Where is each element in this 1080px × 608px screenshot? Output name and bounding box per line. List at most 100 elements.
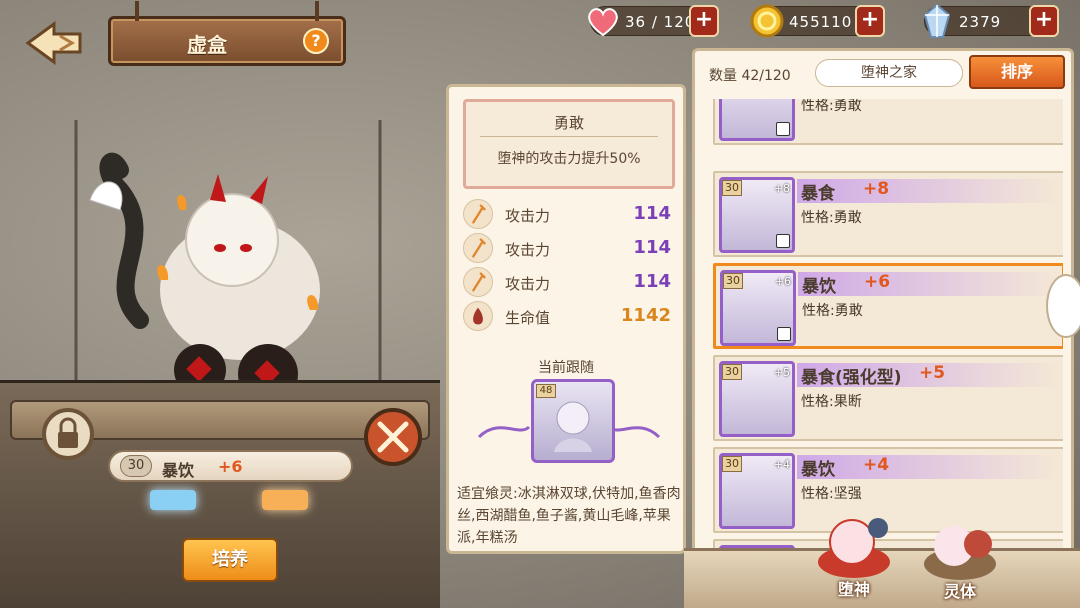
stat-label: 攻击力 bbox=[505, 207, 551, 225]
card-name: 暴食 bbox=[801, 184, 835, 204]
tab-spirit-body[interactable]: 灵体 bbox=[918, 514, 1002, 606]
stat-label: 攻击力 bbox=[505, 241, 551, 259]
character-plus: +6 bbox=[218, 457, 243, 476]
rope bbox=[315, 1, 319, 21]
card-bonus: +8 bbox=[773, 182, 790, 195]
character-sprite bbox=[74, 120, 382, 404]
lock-icon bbox=[58, 417, 78, 448]
gold-value: 455110 bbox=[789, 13, 853, 31]
rope bbox=[135, 1, 139, 21]
list-item[interactable]: +8 大神 +8 性格:勇敢 bbox=[713, 99, 1063, 145]
name-bar bbox=[797, 455, 1059, 479]
card-level: 30 bbox=[723, 273, 743, 289]
detail-panel: 勇敢 堕神的攻击力提升50% 攻击力 114 攻击力 114 攻击力 114 生… bbox=[446, 84, 686, 554]
avatar: 30 +6 bbox=[720, 270, 796, 346]
skill-box: 勇敢 堕神的攻击力提升50% bbox=[463, 99, 675, 189]
stat-row: 攻击力 114 bbox=[463, 199, 675, 229]
stat-value: 114 bbox=[633, 237, 671, 258]
add-gold-button[interactable]: + bbox=[855, 5, 885, 37]
page-title: 虚盒 bbox=[187, 33, 227, 57]
follow-spirit-card[interactable]: 48 bbox=[531, 379, 615, 463]
card-trait: 性格:果断 bbox=[801, 394, 862, 410]
avatar: 30 +5 bbox=[719, 361, 795, 437]
back-button[interactable] bbox=[20, 18, 90, 68]
crystal-icon bbox=[923, 3, 951, 38]
swap-button[interactable] bbox=[364, 408, 422, 466]
stat-label: 生命值 bbox=[505, 309, 551, 327]
crystal-resource: 2379 + bbox=[923, 3, 1059, 38]
stat-row: 攻击力 114 bbox=[463, 267, 675, 297]
avatar: +8 bbox=[719, 99, 795, 141]
crystal-value: 2379 bbox=[959, 13, 1002, 31]
character-level: 30 bbox=[120, 455, 152, 477]
sort-button[interactable]: 排序 bbox=[969, 55, 1065, 89]
skill-name: 勇敢 bbox=[553, 114, 584, 132]
lock-icon bbox=[776, 234, 790, 248]
lock-button[interactable] bbox=[42, 408, 94, 460]
add-crystal-button[interactable]: + bbox=[1029, 5, 1059, 37]
blood-drop-icon bbox=[463, 301, 493, 331]
spirit-body-tab-icon bbox=[924, 526, 996, 580]
stat-value: 114 bbox=[633, 271, 671, 292]
fork-icon bbox=[463, 199, 493, 229]
name-bar bbox=[798, 272, 1060, 296]
card-trait: 性格:勇敢 bbox=[802, 303, 863, 319]
list-item-selected[interactable]: 30 +6 暴饮 +6 性格:勇敢 bbox=[713, 263, 1063, 349]
lock-icon bbox=[777, 327, 791, 341]
tab-fallen-gods[interactable]: 堕神 bbox=[812, 512, 896, 604]
crossed-utensils-icon bbox=[377, 421, 409, 453]
list-item[interactable]: 30 +5 暴食(强化型) +5 性格:果断 bbox=[713, 355, 1063, 441]
add-stamina-button[interactable]: + bbox=[689, 5, 719, 37]
fork-icon bbox=[463, 267, 493, 297]
card-plus: +4 bbox=[863, 455, 890, 475]
back-arrow-icon bbox=[25, 21, 82, 65]
list-item[interactable]: 30 +8 暴食 +8 性格:勇敢 bbox=[713, 171, 1063, 257]
card-trait: 性格:勇敢 bbox=[801, 210, 862, 226]
element-gem-blue bbox=[150, 490, 196, 510]
name-bar bbox=[797, 179, 1059, 203]
title-plaque: 虚盒 ? bbox=[108, 1, 346, 66]
avatar: 30 +8 bbox=[719, 177, 795, 253]
card-name: 暴饮 bbox=[802, 277, 836, 297]
card-level: 30 bbox=[722, 180, 742, 196]
help-button[interactable]: ? bbox=[303, 28, 329, 54]
fallen-god-tab-icon bbox=[818, 518, 890, 578]
stat-row: 攻击力 114 bbox=[463, 233, 675, 263]
stat-value: 1142 bbox=[620, 305, 671, 326]
lock-icon bbox=[776, 122, 790, 136]
element-gem-orange bbox=[262, 490, 308, 510]
card-bonus: +4 bbox=[773, 458, 790, 471]
card-level: 30 bbox=[722, 364, 742, 380]
tab-label: 灵体 bbox=[943, 582, 976, 601]
stamina-value: 36 / 120 bbox=[625, 13, 696, 31]
heart-icon bbox=[588, 8, 618, 37]
gold-resource: 455110 + bbox=[750, 4, 885, 38]
character-name: 暴饮 bbox=[162, 461, 195, 480]
stat-label: 攻击力 bbox=[505, 275, 551, 293]
divider bbox=[480, 136, 658, 137]
card-bonus: +5 bbox=[773, 366, 790, 379]
train-button[interactable]: 培养 bbox=[182, 538, 278, 582]
character-level-bar: 30 暴饮 +6 bbox=[108, 450, 353, 482]
card-bonus: +6 bbox=[774, 275, 791, 288]
skill-description: 堕神的攻击力提升50% bbox=[497, 151, 641, 167]
suitable-spirits-text: 适宜飨灵:冰淇淋双球,伏特加,鱼香肉丝,西湖醋鱼,鱼子酱,黄山毛峰,苹果派,年糕… bbox=[457, 486, 681, 546]
fork-icon bbox=[463, 233, 493, 263]
card-trait: 性格:勇敢 bbox=[801, 99, 862, 114]
card-name: 暴饮 bbox=[801, 460, 835, 480]
card-trait: 性格:坚强 bbox=[801, 486, 862, 502]
stamina-resource: 36 / 120 + bbox=[588, 5, 719, 37]
collection-count: 数量 42/120 bbox=[709, 68, 791, 84]
stat-value: 114 bbox=[633, 203, 671, 224]
follow-label: 当前跟随 bbox=[538, 360, 594, 376]
avatar: 30 +4 bbox=[719, 453, 795, 529]
card-plus: +6 bbox=[864, 272, 891, 292]
fallen-god-home-label[interactable]: 堕神之家 bbox=[815, 59, 963, 87]
card-level: 30 bbox=[722, 456, 742, 472]
tab-label: 堕神 bbox=[837, 580, 870, 599]
spirit-portrait bbox=[554, 401, 592, 452]
scroll-handle[interactable] bbox=[1046, 274, 1080, 338]
stat-row: 生命值 1142 bbox=[463, 301, 675, 331]
card-plus: +8 bbox=[863, 179, 890, 199]
card-plus: +5 bbox=[919, 363, 946, 383]
